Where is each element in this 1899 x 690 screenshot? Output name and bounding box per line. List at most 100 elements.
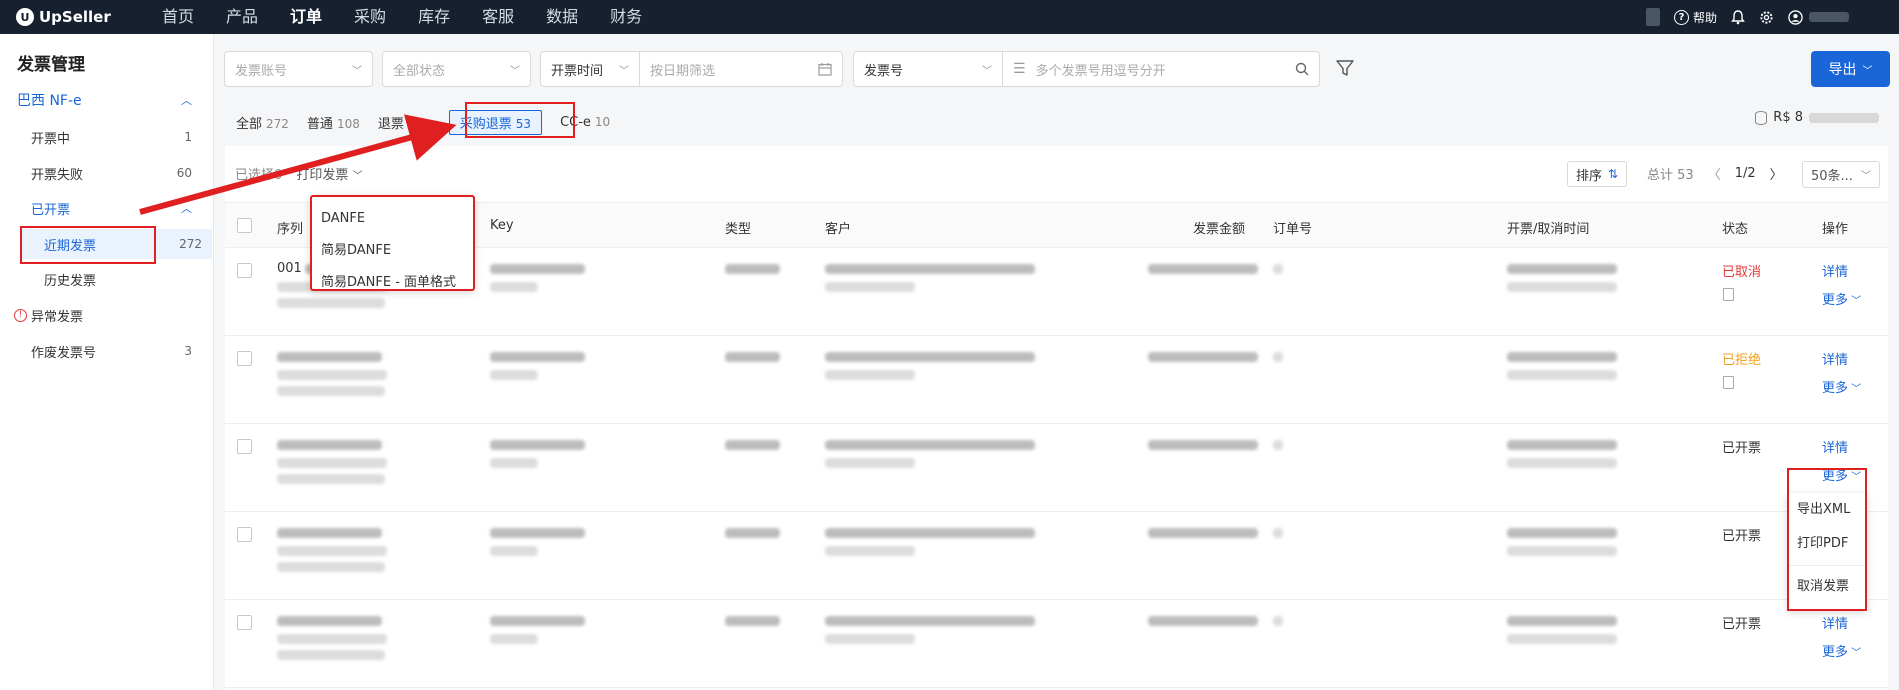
tab-count: 10 [594,114,611,129]
table-row[interactable]: 已拒绝 详情 更多 ﹀ [225,336,1888,424]
blurred-cell-content [277,474,385,484]
sidebar-group-brazil-nfe[interactable]: 巴西 NF-e ︿ [0,85,214,115]
blurred-cell-content [1148,352,1258,362]
invoice-number-search-input[interactable]: ☰ 多个发票号用逗号分开 [1002,51,1320,87]
next-page-icon[interactable]: 〉 [1770,164,1783,183]
column-header-order-no[interactable]: 订单号 [1273,218,1312,237]
status-badge: 已取消 [1722,265,1762,280]
print-invoice-dropdown[interactable]: 打印发票 ﹀ [296,168,362,183]
sidebar-item-issuing[interactable]: 开票中 1 [0,122,214,152]
blurred-cell-content [1273,352,1283,362]
more-label: 更多 [1822,645,1849,660]
blurred-cell-content [825,616,1035,626]
sidebar-item-void-numbers[interactable]: 作废发票号 3 [0,336,214,366]
blurred-cell-content [1507,616,1617,626]
row-checkbox[interactable] [237,263,252,278]
nav-item-purchase[interactable]: 采购 [338,0,402,34]
sidebar-item-abnormal[interactable]: ! 异常发票 [0,300,214,330]
column-header-status[interactable]: 状态 [1722,218,1748,237]
invoice-account-select[interactable]: 发票账号 ﹀ [224,51,373,87]
chevron-down-icon: ﹀ [352,65,362,77]
time-type-select[interactable]: 开票时间 ﹀ [540,51,640,87]
chevron-up-icon: ︿ [181,202,192,215]
app-name: UpSeller [39,8,111,26]
more-actions-link[interactable]: 更多 ﹀ [1822,289,1861,308]
balance-display: R$ 8 [1755,110,1879,125]
export-button[interactable]: 导出 ﹀ [1811,51,1890,87]
column-header-amount[interactable]: 发票金额 [1193,218,1245,237]
sort-button[interactable]: 排序 ⇅ [1567,161,1628,187]
row-checkbox[interactable] [237,351,252,366]
blurred-cell-content [1273,616,1283,626]
nav-right: ? 帮助 [1645,0,1849,34]
sidebar-item-history[interactable]: 历史发票 [0,264,214,294]
selection-toolbar: 已选择0 打印发票 ﹀ [235,164,363,183]
more-label: 更多 [1822,293,1849,308]
nav-item-orders[interactable]: 订单 [274,0,338,34]
blurred-cell-content [825,634,915,644]
detail-link[interactable]: 详情 [1822,349,1848,368]
date-filter-input[interactable]: 按日期筛选 [639,51,843,87]
status-select[interactable]: 全部状态 ﹀ [382,51,531,87]
blurred-cell-content [490,352,585,362]
blurred-cell-content [825,264,1035,274]
blurred-cell-content [1273,528,1283,538]
tab-refund[interactable]: 退票 101 [378,113,431,132]
nav-item-data[interactable]: 数据 [530,0,594,34]
sidebar-item-failed[interactable]: 开票失败 60 [0,158,214,188]
store-icon[interactable] [1645,8,1660,26]
blurred-cell-content [490,264,585,274]
blurred-cell-content [1507,458,1617,468]
print-option-simple-danfe-label[interactable]: 简易DANFE - 面单格式 [312,267,473,299]
blurred-cell-content [725,528,780,538]
nav-item-finance[interactable]: 财务 [594,0,658,34]
select-all-checkbox[interactable] [237,218,252,233]
blurred-cell-content [277,440,382,450]
tab-all[interactable]: 全部 272 [236,113,289,132]
print-option-danfe[interactable]: DANFE [312,203,473,235]
blurred-cell-content [277,616,382,626]
bell-icon[interactable] [1731,9,1745,25]
table-row[interactable]: 已开票详情更多 ﹀ [225,600,1888,688]
nav-item-products[interactable]: 产品 [210,0,274,34]
detail-link[interactable]: 详情 [1822,261,1848,280]
tab-normal[interactable]: 普通 108 [307,113,360,132]
column-header-key[interactable]: Key [490,218,514,233]
search-icon[interactable] [1295,62,1309,76]
column-header-seq[interactable]: 序列 [277,218,303,237]
document-icon[interactable] [1723,376,1734,389]
more-actions-link[interactable]: 更多 ﹀ [1822,377,1861,396]
column-header-time[interactable]: 开票/取消时间 [1507,218,1589,237]
print-option-simple-danfe[interactable]: 简易DANFE [312,235,473,267]
select-placeholder: 全部状态 [393,63,446,79]
page-size-value: 50条... [1811,169,1853,184]
column-header-action[interactable]: 操作 [1822,218,1848,237]
page-size-select[interactable]: 50条... ﹀ [1802,161,1880,188]
filter-funnel-icon[interactable] [1335,58,1355,78]
detail-link[interactable]: 详情 [1822,613,1848,632]
blurred-cell-content [277,458,387,468]
nav-item-home[interactable]: 首页 [146,0,210,34]
column-header-type[interactable]: 类型 [725,218,751,237]
table-row[interactable]: 已开票详情更多 ﹀ [225,512,1888,600]
help-link[interactable]: ? 帮助 [1673,9,1717,26]
invoice-number-type-select[interactable]: 发票号 ﹀ [853,51,1003,87]
row-checkbox[interactable] [237,615,252,630]
row-seq: 001 [277,261,302,276]
nav-item-inventory[interactable]: 库存 [402,0,466,34]
detail-link[interactable]: 详情 [1822,437,1848,456]
nav-item-service[interactable]: 客服 [466,0,530,34]
prev-page-icon[interactable]: 〈 [1708,164,1721,183]
database-icon [1755,110,1768,125]
tab-label: 普通 [306,116,333,132]
column-header-customer[interactable]: 客户 [825,218,851,237]
app-logo[interactable]: U UpSeller [16,8,126,26]
more-actions-link[interactable]: 更多 ﹀ [1822,641,1861,660]
row-checkbox[interactable] [237,439,252,454]
document-icon[interactable] [1723,288,1734,301]
row-checkbox[interactable] [237,527,252,542]
user-menu[interactable] [1788,9,1849,25]
sidebar-item-issued[interactable]: 已开票 ︿ [0,193,214,223]
table-row[interactable]: 已开票详情更多 ﹀ [225,424,1888,512]
gear-icon[interactable] [1759,10,1774,25]
